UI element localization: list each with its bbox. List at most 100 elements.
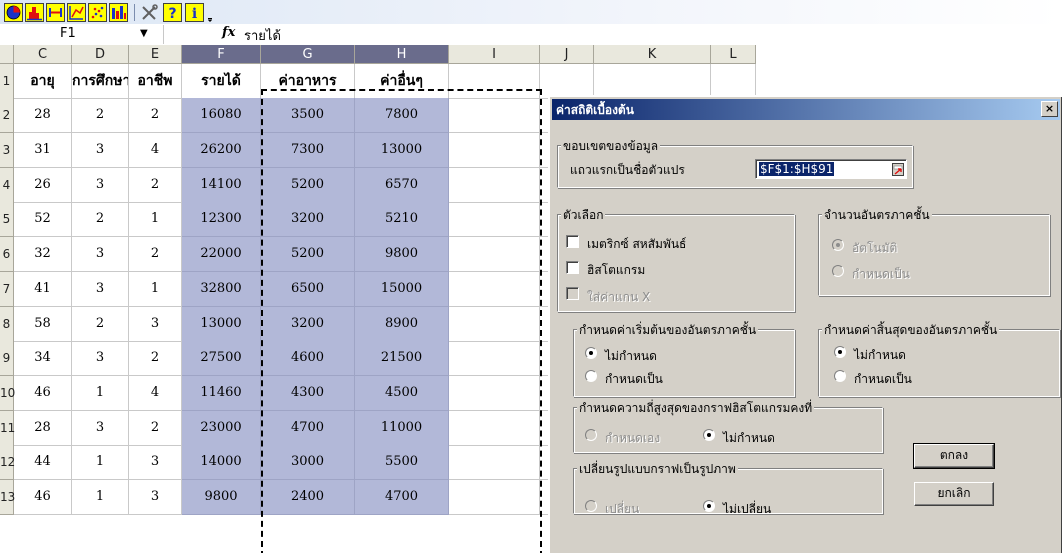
table-cell[interactable]: 6500 [261,272,355,307]
class-start-none-radio[interactable] [585,347,597,359]
row-header[interactable]: 11 [0,411,15,446]
table-cell[interactable] [449,445,540,480]
table-cell[interactable] [449,202,540,237]
table-cell[interactable]: 26 [14,168,72,203]
interval-icon[interactable] [46,3,65,22]
ok-button[interactable]: ตกลง [913,443,995,469]
column-header-G[interactable]: G [261,45,355,64]
table-cell[interactable]: 12300 [182,202,261,237]
table-cell[interactable]: 9800 [355,237,449,272]
table-cell[interactable]: 4300 [261,376,355,411]
x-axis-value-checkbox[interactable] [566,287,579,300]
table-cell[interactable]: 2 [72,98,129,133]
pie-chart-icon[interactable] [4,3,23,22]
num-classes-auto-radio[interactable] [832,239,844,251]
table-cell[interactable]: 28 [14,98,72,133]
scatter-icon[interactable] [67,3,86,22]
chart-type-no-change-radio[interactable] [703,500,715,512]
table-cell[interactable] [449,98,540,133]
table-cell[interactable]: 4 [129,376,182,411]
scatter-pattern-icon[interactable] [88,3,107,22]
table-cell[interactable]: 3 [129,307,182,342]
table-cell[interactable]: 34 [14,341,72,376]
table-cell[interactable]: 3000 [261,445,355,480]
table-cell[interactable] [449,341,540,376]
table-cell[interactable]: 11000 [355,411,449,446]
histogram-checkbox[interactable] [566,261,579,274]
table-cell[interactable]: 31 [14,133,72,168]
table-cell[interactable] [449,168,540,203]
table-cell[interactable]: 4600 [261,341,355,376]
table-cell[interactable]: 5200 [261,237,355,272]
table-cell[interactable]: 32 [14,237,72,272]
table-cell[interactable]: 41 [14,272,72,307]
column-header-H[interactable]: H [355,45,449,64]
header-cell[interactable]: ค่าอื่นๆ [355,64,449,99]
table-cell[interactable] [449,272,540,307]
formula-input[interactable]: รายได้ [244,25,281,46]
table-cell[interactable]: 14100 [182,168,261,203]
table-cell[interactable]: 26200 [182,133,261,168]
table-cell[interactable]: 3200 [261,202,355,237]
cancel-button[interactable]: ยกเลิก [914,482,994,506]
column-header-F[interactable]: F [182,45,261,64]
table-cell[interactable]: 2 [72,202,129,237]
table-cell[interactable]: 9800 [182,480,261,515]
table-cell[interactable]: 23000 [182,411,261,446]
table-cell[interactable]: 1 [72,480,129,515]
column-header-C[interactable]: C [14,45,72,64]
table-cell[interactable]: 4700 [355,480,449,515]
row-header[interactable]: 4 [0,168,14,203]
table-cell[interactable]: 11460 [182,376,261,411]
column-header-L[interactable]: L [711,45,756,64]
range-collapse-icon[interactable] [892,163,904,176]
table-cell[interactable]: 3 [72,411,129,446]
help-icon[interactable]: ? [163,3,182,22]
table-cell[interactable]: 58 [14,307,72,342]
row-header[interactable]: 3 [0,133,14,168]
num-classes-specify-radio[interactable] [832,265,844,277]
table-cell[interactable]: 4 [129,133,182,168]
table-cell[interactable]: 1 [72,445,129,480]
max-freq-none-radio[interactable] [703,429,715,441]
overflow-icon[interactable] [207,6,213,22]
table-cell[interactable]: 22000 [182,237,261,272]
bar-chart-icon[interactable] [109,3,128,22]
table-cell[interactable]: 7800 [355,98,449,133]
name-box[interactable]: F1 ▼ [14,25,164,44]
table-cell[interactable]: 2 [129,237,182,272]
header-cell[interactable] [711,64,756,99]
column-header-D[interactable]: D [72,45,129,64]
table-cell[interactable]: 2 [129,411,182,446]
row-header[interactable]: 9 [0,341,14,376]
table-cell[interactable] [449,376,540,411]
column-header-E[interactable]: E [129,45,182,64]
info-icon[interactable]: i [185,3,204,22]
table-cell[interactable]: 3 [72,133,129,168]
table-cell[interactable]: 44 [14,445,72,480]
table-cell[interactable]: 2400 [261,480,355,515]
table-cell[interactable] [449,307,540,342]
select-all-corner[interactable] [0,45,14,64]
table-cell[interactable]: 3 [72,168,129,203]
table-cell[interactable]: 46 [14,480,72,515]
table-cell[interactable]: 14000 [182,445,261,480]
column-header-I[interactable]: I [449,45,540,64]
table-cell[interactable]: 2 [129,341,182,376]
row-header[interactable]: 2 [0,98,14,133]
table-cell[interactable]: 1 [129,272,182,307]
table-cell[interactable]: 7300 [261,133,355,168]
row-header[interactable]: 7 [0,272,14,307]
header-cell[interactable] [540,64,594,99]
table-cell[interactable]: 2 [72,307,129,342]
row-header[interactable]: 13 [0,480,15,515]
tools-icon[interactable] [140,3,159,22]
header-cell[interactable]: ค่าอาหาร [261,64,355,99]
row-header[interactable]: 8 [0,307,14,342]
table-cell[interactable]: 1 [72,376,129,411]
table-cell[interactable]: 16080 [182,98,261,133]
class-end-none-radio[interactable] [834,346,846,358]
table-cell[interactable]: 21500 [355,341,449,376]
table-cell[interactable]: 27500 [182,341,261,376]
table-cell[interactable] [449,237,540,272]
